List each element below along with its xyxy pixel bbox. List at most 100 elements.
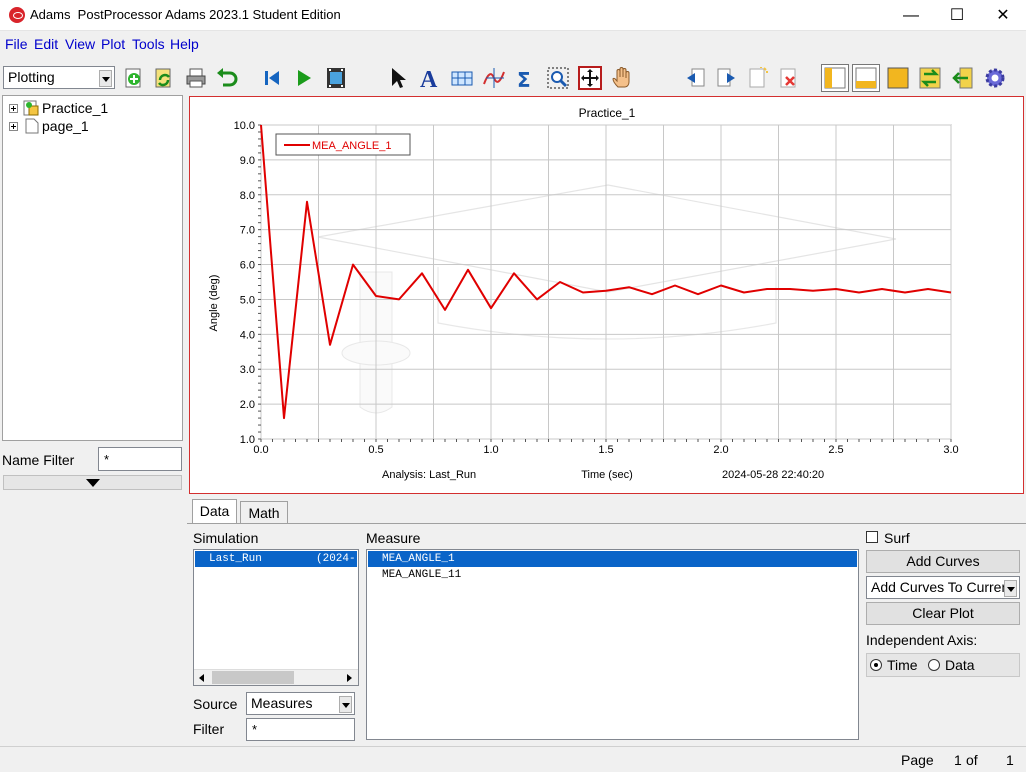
name-filter-label: Name Filter — [2, 452, 75, 468]
back-icon[interactable] — [950, 66, 974, 90]
chart-legend[interactable]: MEA_ANGLE_1 — [275, 133, 411, 156]
y-tick-label: 6.0 — [240, 260, 255, 272]
zoom-box-icon[interactable] — [578, 66, 602, 90]
time-radio-label: Time — [887, 657, 918, 673]
measure-list[interactable]: MEA_ANGLE_1 MEA_ANGLE_11 — [366, 549, 859, 740]
legend-label: MEA_ANGLE_1 — [312, 140, 391, 152]
time-radio[interactable] — [870, 659, 882, 671]
scrollbar-thumb[interactable] — [212, 671, 294, 684]
analysis-label: Analysis: Last_Run — [382, 469, 476, 481]
window-title: Adams PostProcessor Adams 2023.1 Student… — [30, 7, 341, 22]
menu-tools[interactable]: Tools — [132, 36, 165, 52]
add-mode-select[interactable]: Add Curves To Current — [866, 576, 1020, 599]
toolbar: Plotting A Σ — [0, 60, 1026, 94]
play-icon[interactable] — [292, 66, 316, 90]
measure-item-selected[interactable]: MEA_ANGLE_1 — [368, 551, 857, 567]
collapse-toggle[interactable] — [3, 475, 182, 490]
next-page-icon[interactable] — [715, 66, 739, 90]
adams-logo-icon — [9, 7, 25, 23]
minimize-button[interactable]: — — [888, 0, 934, 31]
chevron-down-icon — [99, 70, 112, 87]
y-tick-label: 8.0 — [240, 190, 255, 202]
chart-title: Practice_1 — [579, 106, 636, 120]
y-axis-label: Angle (deg) — [208, 275, 220, 332]
tab-divider — [187, 523, 1026, 524]
exchange-icon[interactable] — [918, 66, 942, 90]
filter-label: Filter — [193, 721, 225, 737]
source-select[interactable]: Measures — [246, 692, 355, 715]
simulation-item-name: Last_Run — [209, 553, 262, 565]
pan-hand-icon[interactable] — [611, 66, 635, 90]
zoom-fit-icon[interactable] — [546, 66, 570, 90]
undo-icon[interactable] — [215, 66, 239, 90]
tree-node-label: page_1 — [42, 118, 89, 134]
expand-plus-icon[interactable] — [9, 122, 18, 131]
tab-data[interactable]: Data — [192, 499, 237, 524]
layout-fill-icon[interactable] — [886, 66, 910, 90]
source-label: Source — [193, 696, 238, 712]
x-tick-label: 2.5 — [828, 444, 843, 456]
new-page-icon[interactable] — [746, 66, 770, 90]
plot-panel[interactable]: Practice_1 1.0 2.0 3.0 4.0 5.0 6.0 7.0 8.0 9.0 10… — [189, 96, 1024, 494]
name-filter-input[interactable] — [98, 447, 182, 471]
page-icon — [25, 118, 39, 134]
tab-math[interactable]: Math — [240, 501, 288, 523]
settings-gear-icon[interactable] — [983, 66, 1007, 90]
page-total: 1 — [1006, 752, 1014, 768]
menu-help[interactable]: Help — [170, 36, 199, 52]
mode-select[interactable]: Plotting — [3, 66, 115, 89]
measure-label: Measure — [366, 530, 421, 546]
curve-edit-icon[interactable] — [482, 66, 506, 90]
simulation-item-date: (2024- — [316, 553, 356, 565]
menu-plot[interactable]: Plot — [101, 36, 125, 52]
select-arrow-icon[interactable] — [386, 66, 410, 90]
text-icon[interactable]: A — [418, 66, 442, 90]
data-radio-label: Data — [945, 657, 975, 673]
table-icon[interactable] — [450, 66, 474, 90]
scroll-left-icon[interactable] — [199, 674, 204, 682]
expand-plus-icon[interactable] — [9, 104, 18, 113]
clear-plot-button[interactable]: Clear Plot — [866, 602, 1020, 625]
sum-icon[interactable]: Σ — [513, 66, 537, 90]
simulation-list[interactable]: Last_Run (2024- — [193, 549, 359, 686]
scroll-right-icon[interactable] — [347, 674, 352, 682]
x-tick-label: 0.0 — [253, 444, 268, 456]
simulation-item-selected[interactable]: Last_Run (2024- — [195, 551, 357, 567]
independent-axis-group: Time Data — [866, 653, 1020, 677]
page-current: 1 — [954, 752, 962, 768]
close-button[interactable]: ✕ — [980, 0, 1026, 31]
menu-edit[interactable]: Edit — [34, 36, 58, 52]
reload-icon[interactable] — [152, 66, 176, 90]
print-icon[interactable] — [184, 66, 208, 90]
delete-page-icon[interactable] — [777, 66, 801, 90]
data-panel: Data Math Simulation Last_Run (2024- Sou… — [187, 499, 1026, 745]
maximize-button[interactable]: ☐ — [934, 0, 980, 31]
filter-input[interactable] — [246, 718, 355, 741]
menu-view[interactable]: View — [65, 36, 95, 52]
rewind-icon[interactable] — [260, 66, 284, 90]
menu-file[interactable]: File — [5, 36, 28, 52]
radio-dot-icon — [874, 663, 878, 667]
svg-text:A: A — [420, 67, 438, 90]
animation-icon[interactable] — [324, 66, 348, 90]
y-tick-label: 10.0 — [234, 120, 255, 132]
simulation-label: Simulation — [193, 530, 259, 546]
horizontal-scrollbar[interactable] — [194, 669, 358, 685]
previous-page-icon[interactable] — [683, 66, 707, 90]
add-curves-button[interactable]: Add Curves — [866, 550, 1020, 573]
surf-checkbox[interactable] — [866, 531, 878, 543]
y-tick-label: 2.0 — [240, 399, 255, 411]
measure-item[interactable]: MEA_ANGLE_11 — [368, 567, 857, 583]
x-tick-label: 1.5 — [598, 444, 613, 456]
y-tick-label: 7.0 — [240, 225, 255, 237]
status-bar: Page 1 of 1 — [0, 746, 1026, 772]
tree-view: Practice_1 page_1 — [2, 95, 183, 441]
chart-axes: 1.02.03.04.05.06.07.08.09.010.00.0 0.5 1.0… — [234, 120, 959, 456]
layout-left-icon[interactable] — [821, 64, 849, 92]
title-bar: Adams PostProcessor Adams 2023.1 Student… — [0, 0, 1026, 31]
independent-axis-label: Independent Axis: — [866, 632, 978, 648]
add-page-icon[interactable] — [122, 66, 146, 90]
data-radio[interactable] — [928, 659, 940, 671]
chart[interactable]: Practice_1 1.0 2.0 3.0 4.0 5.0 6.0 7.0 8.0 9.0 10… — [190, 97, 1025, 495]
layout-bottom-icon[interactable] — [852, 64, 880, 92]
